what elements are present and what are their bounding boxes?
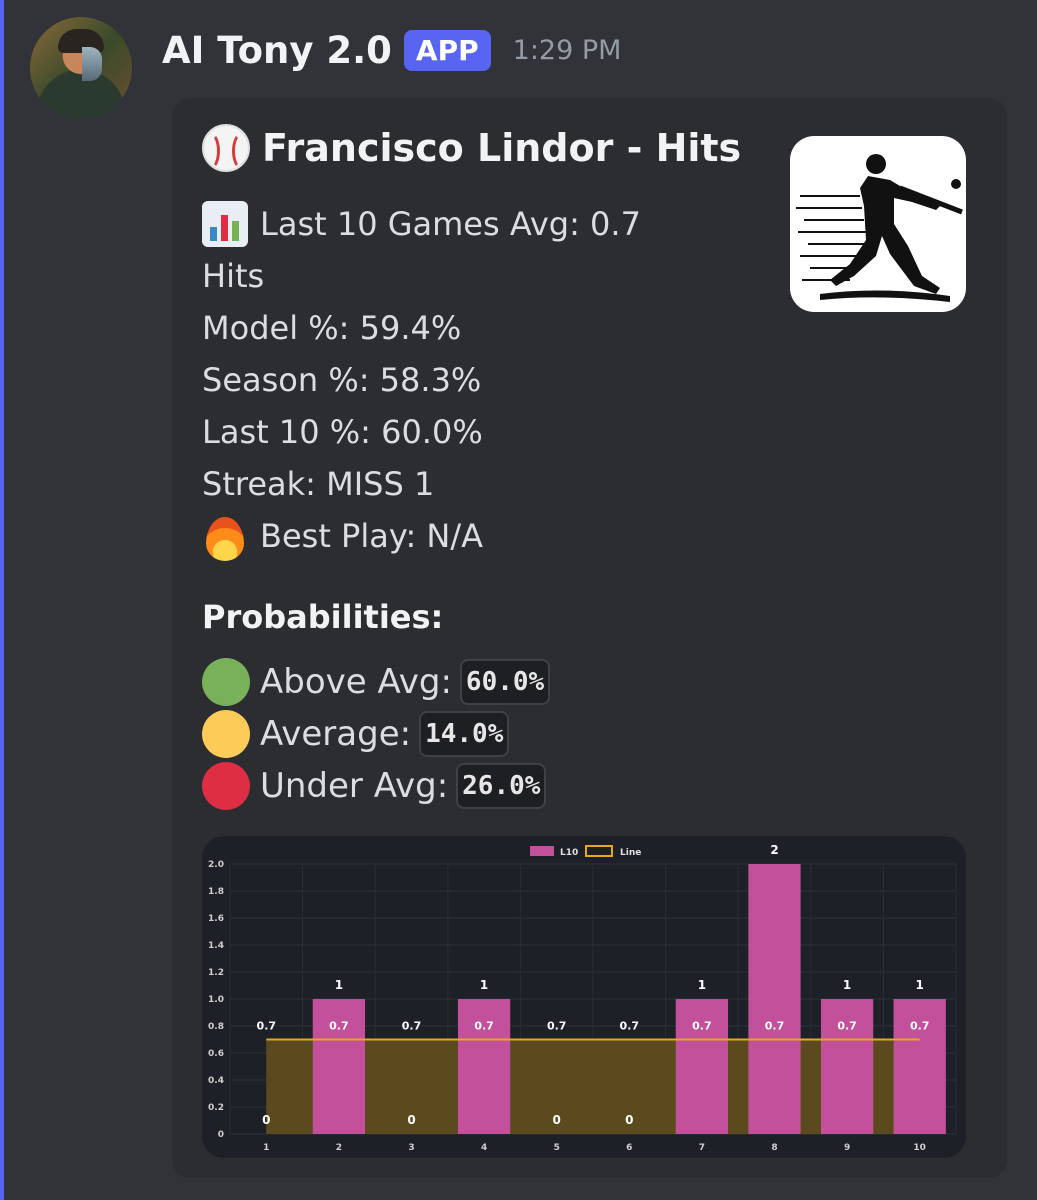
line-data-label: 0.7 [547, 1020, 567, 1033]
bar-data-label: 0 [553, 1113, 561, 1127]
bar-data-label: 1 [916, 978, 924, 992]
model-pct: Model %: 59.4% [202, 309, 462, 347]
embed-title: Francisco Lindor - Hits [202, 124, 741, 172]
bar-data-label: 0 [262, 1113, 270, 1127]
fire-icon [202, 511, 248, 561]
line-data-label: 0.7 [402, 1020, 422, 1033]
x-tick-label: 2 [336, 1143, 342, 1153]
green-circle-icon [202, 658, 250, 706]
best-play-line: Best Play: N/A [202, 510, 641, 562]
bar-l10 [748, 864, 801, 1134]
x-tick-label: 7 [699, 1143, 705, 1153]
line-data-label: 0.7 [692, 1020, 712, 1033]
last10-avg-unit: Hits [202, 257, 265, 295]
embed-card: Francisco Lindor - Hits Last 10 Games Av… [172, 98, 1007, 1178]
line-data-label: 0.7 [257, 1020, 277, 1033]
embed-description: Last 10 Games Avg: 0.7 Hits Model %: 59.… [202, 198, 641, 562]
y-tick-label: 1.4 [208, 941, 224, 951]
last10-pct: Last 10 %: 60.0% [202, 413, 483, 451]
probability-label: Under Avg: [260, 766, 449, 806]
probability-label: Above Avg: [260, 662, 452, 702]
embed-title-text: Francisco Lindor - Hits [262, 126, 742, 170]
probability-average: Average: 14.0% [202, 708, 550, 760]
baseball-icon [202, 124, 250, 172]
last10-avg-text: Last 10 Games Avg: 0.7 [260, 205, 641, 243]
y-tick-label: 1.0 [208, 995, 224, 1005]
red-circle-icon [202, 762, 250, 810]
best-play-text: Best Play: N/A [260, 517, 483, 555]
line-data-label: 0.7 [837, 1020, 857, 1033]
y-tick-label: 1.8 [208, 887, 224, 897]
probabilities-heading: Probabilities: [202, 598, 444, 636]
line-data-label: 0.7 [910, 1020, 930, 1033]
y-tick-label: 0.8 [208, 1022, 224, 1032]
y-tick-label: 0.4 [208, 1076, 224, 1086]
message-header: AI Tony 2.0 APP 1:29 PM [162, 22, 621, 78]
probability-value: 14.0% [419, 711, 510, 757]
x-tick-label: 6 [626, 1143, 632, 1153]
bar-data-label: 1 [843, 978, 851, 992]
bar-data-label: 0 [407, 1113, 415, 1127]
bar-data-label: 0 [625, 1113, 633, 1127]
x-tick-label: 10 [913, 1143, 926, 1153]
probability-above-avg: Above Avg: 60.0% [202, 656, 551, 708]
y-tick-label: 1.2 [208, 968, 224, 978]
y-tick-label: 0.6 [208, 1049, 224, 1059]
legend-swatch-l10 [530, 846, 554, 856]
yellow-circle-icon [202, 710, 250, 758]
legend-label-l10: L10 [560, 848, 578, 858]
timestamp[interactable]: 1:29 PM [513, 35, 622, 66]
y-tick-label: 1.6 [208, 914, 224, 924]
x-tick-label: 3 [408, 1143, 414, 1153]
season-pct: Season %: 58.3% [202, 361, 482, 399]
avatar-cyborg-face [82, 47, 102, 81]
app-badge: APP [403, 29, 491, 71]
bar-data-label: 1 [335, 978, 343, 992]
line-data-label: 0.7 [620, 1020, 640, 1033]
line-data-label: 0.7 [329, 1020, 349, 1033]
legend-swatch-line [585, 845, 613, 857]
probability-value: 60.0% [459, 659, 551, 705]
chart-image[interactable]: 0 0.2 0.4 0.6 0.8 1.0 1.2 1.4 1.6 1.8 2.0 0 0.7 1 1 0.7… [202, 836, 966, 1158]
mention-accent-bar [0, 0, 4, 1200]
x-tick-label: 1 [263, 1143, 269, 1153]
username[interactable]: AI Tony 2.0 [162, 29, 392, 72]
probability-under-avg: Under Avg: 26.0% [202, 760, 550, 812]
bar-chart-icon [202, 201, 248, 247]
x-tick-label: 9 [844, 1143, 850, 1153]
bar-data-label: 1 [698, 978, 706, 992]
probability-value: 26.0% [456, 763, 547, 809]
y-tick-label: 0 [218, 1130, 224, 1140]
l10-bar-chart: 0 0.2 0.4 0.6 0.8 1.0 1.2 1.4 1.6 1.8 2.0 0 0.7 1 1 0.7… [208, 843, 957, 1153]
probabilities-list: Above Avg: 60.0% Average: 14.0% Under Av… [202, 656, 551, 812]
x-tick-label: 5 [554, 1143, 560, 1153]
last10-avg-line: Last 10 Games Avg: 0.7 [202, 198, 641, 250]
batter-silhouette-icon [796, 154, 963, 302]
line-data-label: 0.7 [765, 1020, 785, 1033]
line-data-label: 0.7 [474, 1020, 494, 1033]
legend-label-line: Line [620, 848, 641, 858]
y-tick-label: 0.2 [208, 1103, 224, 1113]
bar-data-label: 1 [480, 978, 488, 992]
bar-data-label: 2 [770, 843, 778, 857]
y-tick-label: 2.0 [208, 860, 224, 870]
avatar[interactable] [30, 17, 132, 119]
streak: Streak: MISS 1 [202, 465, 435, 503]
x-tick-label: 8 [771, 1143, 777, 1153]
thumbnail-image[interactable] [790, 136, 966, 312]
probability-label: Average: [260, 714, 412, 754]
x-tick-label: 4 [481, 1143, 487, 1153]
